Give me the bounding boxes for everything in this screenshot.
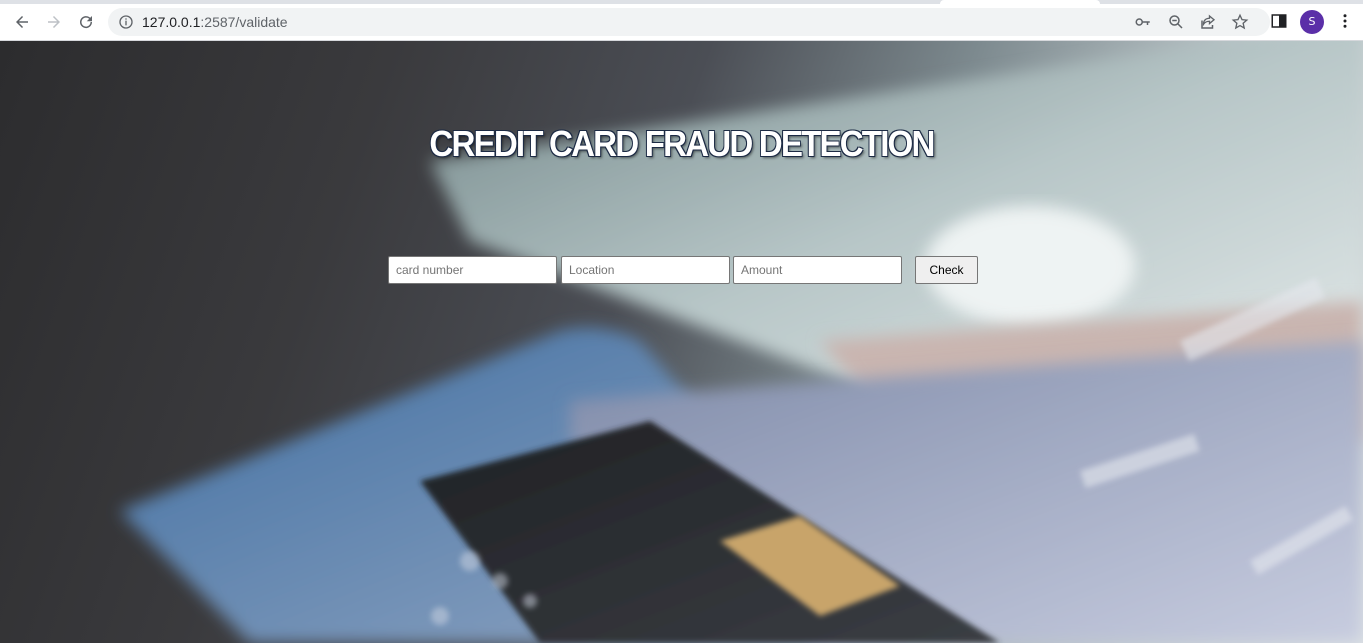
url-path: :2587/validate <box>200 14 288 30</box>
share-button[interactable] <box>1199 13 1217 31</box>
bookmark-star-button[interactable] <box>1231 13 1249 31</box>
side-panel-icon <box>1271 14 1287 28</box>
info-icon[interactable] <box>118 14 134 30</box>
address-bar[interactable]: 127.0.0.1:2587/validate <box>108 8 1270 36</box>
back-icon <box>16 16 28 28</box>
star-icon <box>1231 13 1249 30</box>
profile-avatar[interactable]: S <box>1300 10 1324 34</box>
url-text[interactable]: 127.0.0.1:2587/validate <box>142 8 288 36</box>
url-host: 127.0.0.1 <box>142 14 201 30</box>
location-input[interactable] <box>561 256 730 284</box>
zoom-button[interactable] <box>1167 13 1185 31</box>
forward-icon <box>48 16 60 28</box>
side-panel-button[interactable] <box>1270 12 1290 32</box>
menu-icon <box>1343 14 1347 28</box>
password-key-button[interactable] <box>1134 13 1152 31</box>
key-icon <box>1135 18 1150 26</box>
back-button[interactable] <box>8 8 36 36</box>
check-button[interactable]: Check <box>915 256 978 284</box>
reload-button[interactable] <box>72 8 100 36</box>
zoom-icon <box>1169 15 1183 29</box>
page-title: CREDIT CARD FRAUD DETECTION <box>429 123 935 164</box>
forward-button[interactable] <box>40 8 68 36</box>
browser-toolbar: 127.0.0.1:2587/validate S <box>0 4 1363 41</box>
page-viewport: CREDIT CARD FRAUD DETECTION Check <box>0 41 1363 643</box>
share-icon <box>1201 14 1216 29</box>
amount-input[interactable] <box>733 256 902 284</box>
card-number-input[interactable] <box>388 256 557 284</box>
browser-menu-button[interactable] <box>1336 12 1356 32</box>
reload-icon <box>80 16 93 29</box>
